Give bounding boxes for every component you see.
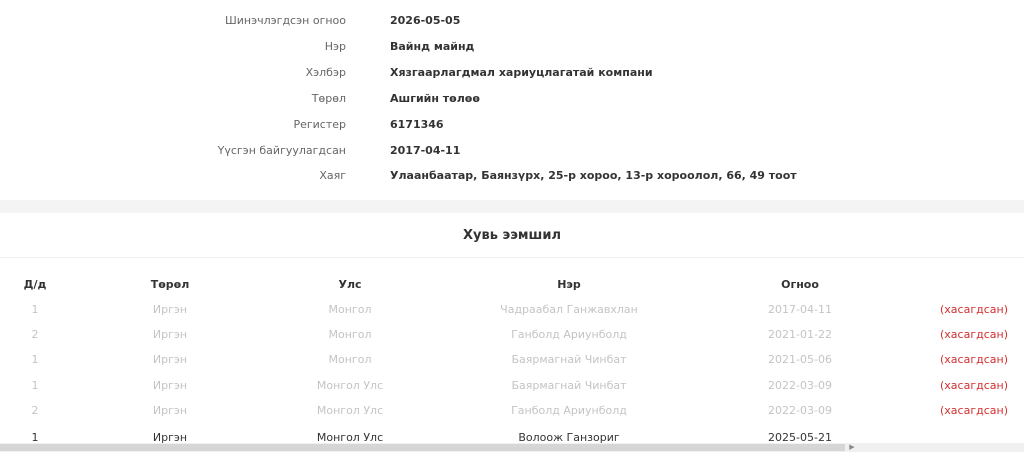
cell-type: Иргэн bbox=[152, 353, 188, 366]
info-row-register: Регистер 6171346 bbox=[0, 112, 1024, 138]
cell-country: Монгол bbox=[328, 353, 372, 366]
cell-country: Монгол bbox=[328, 303, 372, 316]
info-value: Ашгийн төлөө bbox=[390, 92, 480, 105]
info-label: Регистер bbox=[293, 118, 346, 131]
info-label: Шинэчлэгдсэн огноо bbox=[224, 14, 346, 27]
cell-country: Монгол Улс bbox=[316, 379, 384, 392]
info-row-name: Нэр Вайнд майнд bbox=[0, 34, 1024, 60]
column-header-type: Төрөл bbox=[150, 278, 190, 291]
column-header-no: Д/д bbox=[23, 278, 47, 291]
cell-no: 1 bbox=[31, 379, 39, 392]
info-label: Төрөл bbox=[311, 92, 346, 105]
cell-no: 1 bbox=[31, 303, 39, 316]
cell-date: 2022-03-09 bbox=[768, 404, 832, 417]
info-value: Хязгаарлагдмал хариуцлагатай компани bbox=[390, 66, 653, 79]
info-value: 6171346 bbox=[390, 118, 444, 131]
info-label: Үүсгэн байгуулагдсан bbox=[217, 144, 346, 157]
info-value: 2017-04-11 bbox=[390, 144, 461, 157]
status-badge: (хасагдсан) bbox=[940, 328, 1008, 341]
status-badge: (хасагдсан) bbox=[940, 303, 1008, 316]
cell-date: 2017-04-11 bbox=[768, 303, 832, 316]
chevron-right-icon[interactable]: ▶ bbox=[848, 443, 856, 452]
cell-name: Ганболд Ариунболд bbox=[511, 328, 627, 341]
cell-name: Чадраабал Ганжавхлан bbox=[500, 303, 638, 316]
info-row-updated: Шинэчлэгдсэн огноо 2026-05-05 bbox=[0, 8, 1024, 34]
cell-country: Монгол Улс bbox=[316, 404, 384, 417]
column-header-country: Улс bbox=[338, 278, 362, 291]
table-row: 2 Иргэн Монгол Улс Ганболд Ариунболд 202… bbox=[0, 398, 1024, 423]
ownership-title: Хувь ээмшил bbox=[0, 213, 1024, 258]
ownership-card: Хувь ээмшил Д/д Төрөл Улс Нэр Огноо 1 Ир… bbox=[0, 213, 1024, 452]
status-badge: (хасагдсан) bbox=[940, 353, 1008, 366]
cell-country: Монгол bbox=[328, 328, 372, 341]
table-row: 2 Иргэн Монгол Ганболд Ариунболд 2021-01… bbox=[0, 322, 1024, 347]
cell-name: Баярмагнай Чинбат bbox=[511, 353, 627, 366]
info-row-form: Хэлбэр Хязгаарлагдмал хариуцлагатай комп… bbox=[0, 60, 1024, 86]
cell-no: 2 bbox=[31, 328, 39, 341]
info-row-founded: Үүсгэн байгуулагдсан 2017-04-11 bbox=[0, 138, 1024, 164]
info-value: 2026-05-05 bbox=[390, 14, 461, 27]
cell-type: Иргэн bbox=[152, 404, 188, 417]
info-value: Улаанбаатар, Баянзүрх, 25-р хороо, 13-р … bbox=[390, 169, 797, 182]
info-label: Хэлбэр bbox=[305, 66, 346, 79]
ownership-table-header: Д/д Төрөл Улс Нэр Огноо bbox=[0, 272, 1024, 297]
cell-date: 2022-03-09 bbox=[768, 379, 832, 392]
cell-type: Иргэн bbox=[152, 328, 188, 341]
column-header-date: Огноо bbox=[781, 278, 819, 291]
info-label: Хаяг bbox=[319, 169, 346, 182]
cell-name: Баярмагнай Чинбат bbox=[511, 379, 627, 392]
status-badge: (хасагдсан) bbox=[940, 379, 1008, 392]
cell-type: Иргэн bbox=[152, 379, 188, 392]
status-badge: (хасагдсан) bbox=[940, 404, 1008, 417]
info-value: Вайнд майнд bbox=[390, 40, 475, 53]
table-row: 1 Иргэн Монгол Баярмагнай Чинбат 2021-05… bbox=[0, 347, 1024, 372]
company-info-card: Шинэчлэгдсэн огноо 2026-05-05 Нэр Вайнд … bbox=[0, 0, 1024, 200]
cell-no: 1 bbox=[31, 353, 39, 366]
cell-date: 2021-05-06 bbox=[768, 353, 832, 366]
column-header-name: Нэр bbox=[557, 278, 581, 291]
cell-no: 2 bbox=[31, 404, 39, 417]
scrollbar-thumb[interactable] bbox=[0, 444, 845, 451]
cell-date: 2021-01-22 bbox=[768, 328, 832, 341]
info-row-type: Төрөл Ашгийн төлөө bbox=[0, 86, 1024, 112]
table-row: 1 Иргэн Монгол Чадраабал Ганжавхлан 2017… bbox=[0, 297, 1024, 322]
cell-name: Ганболд Ариунболд bbox=[511, 404, 627, 417]
cell-type: Иргэн bbox=[152, 303, 188, 316]
info-row-address: Хаяг Улаанбаатар, Баянзүрх, 25-р хороо, … bbox=[0, 163, 1024, 189]
table-row: 1 Иргэн Монгол Улс Баярмагнай Чинбат 202… bbox=[0, 373, 1024, 398]
info-label: Нэр bbox=[324, 40, 346, 53]
horizontal-scrollbar[interactable]: ▶ bbox=[0, 443, 1024, 452]
